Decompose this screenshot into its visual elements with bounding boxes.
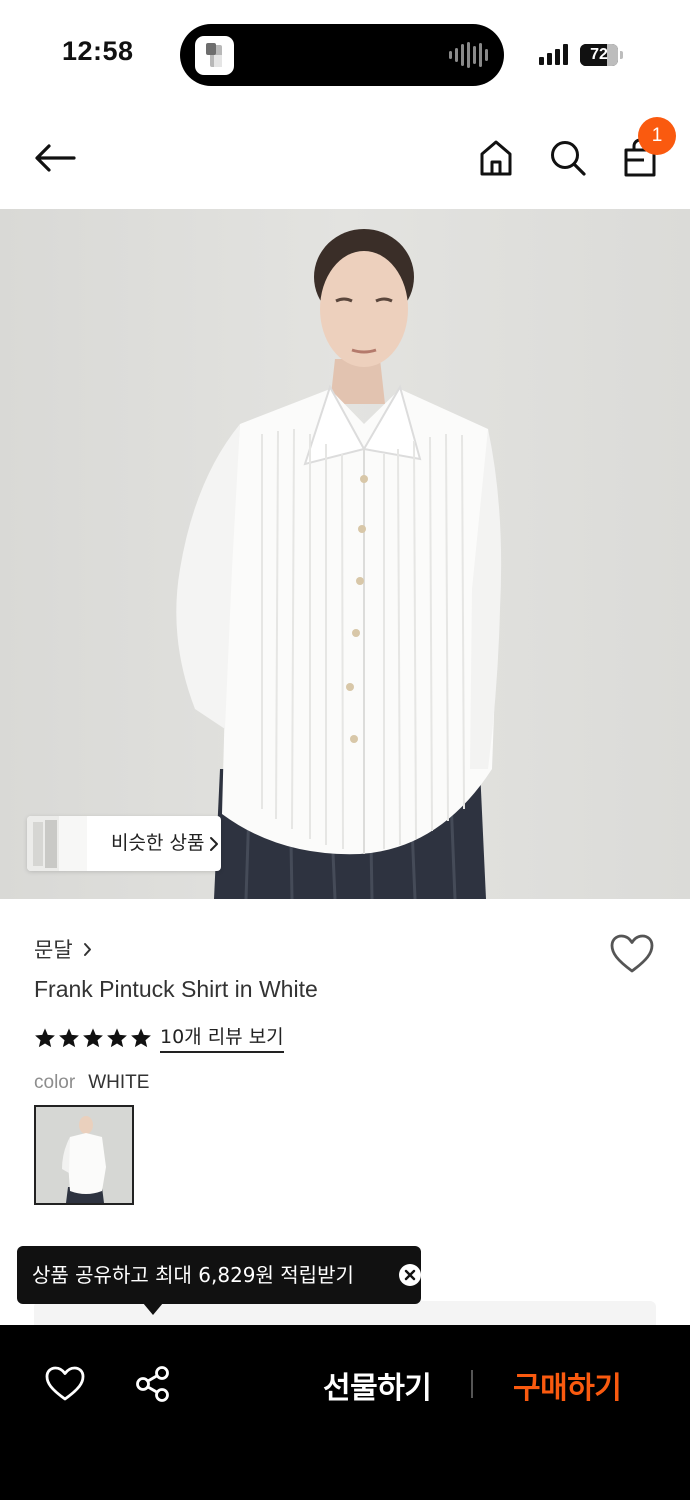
search-icon	[551, 141, 586, 176]
home-button[interactable]	[474, 135, 518, 181]
rating-row: 10개 리뷰 보기	[34, 1022, 284, 1053]
cellular-signal-icon	[539, 44, 568, 65]
close-icon	[399, 1264, 421, 1286]
buy-button[interactable]: 구매하기	[513, 1363, 622, 1407]
status-time: 12:58	[62, 36, 134, 66]
share-button[interactable]	[133, 1364, 173, 1404]
cart-count-badge: 1	[638, 117, 676, 155]
battery-level: 72	[590, 46, 608, 63]
home-icon	[480, 140, 512, 176]
share-icon	[136, 1366, 169, 1402]
now-playing-app-icon	[195, 36, 234, 75]
bottom-action-bar: 선물하기 구매하기	[0, 1325, 690, 1500]
chevron-right-icon	[83, 942, 91, 956]
brand-link[interactable]: 문달	[34, 934, 92, 964]
product-image[interactable]: 비슷한 상품	[0, 209, 690, 899]
tooltip-close-button[interactable]	[399, 1264, 421, 1286]
star-icon	[107, 1027, 127, 1047]
review-link[interactable]: 10개 리뷰 보기	[160, 1022, 284, 1053]
gift-button[interactable]: 선물하기	[323, 1363, 432, 1407]
status-bar: 12:58 72	[0, 0, 690, 110]
star-icon	[83, 1027, 103, 1047]
star-icon	[59, 1027, 79, 1047]
soundwave-icon	[449, 42, 488, 68]
dynamic-island[interactable]	[180, 24, 504, 86]
similar-products-label: 비슷한 상품	[111, 832, 205, 854]
color-swatch-image	[36, 1107, 132, 1203]
color-label: color	[34, 1072, 76, 1093]
tooltip-arrow	[143, 1303, 163, 1315]
back-button[interactable]	[30, 136, 80, 180]
similar-products-button[interactable]: 비슷한 상품	[27, 816, 221, 871]
star-icon	[131, 1027, 151, 1047]
color-swatch-white[interactable]	[34, 1105, 134, 1205]
top-nav	[0, 110, 690, 209]
star-icon	[35, 1027, 55, 1047]
model-wearing-shirt-photo	[176, 229, 502, 899]
product-title: Frank Pintuck Shirt in White	[34, 976, 318, 1002]
battery-icon: 72	[580, 44, 618, 66]
color-row: color WHITE	[34, 1072, 149, 1094]
share-reward-text: 상품 공유하고 최대 6,829원 적립받기	[32, 1263, 354, 1287]
battery-cap	[620, 51, 623, 59]
heart-icon	[610, 934, 654, 973]
chevron-right-icon	[210, 837, 218, 851]
bottom-wishlist-button[interactable]	[44, 1365, 86, 1403]
star-rating	[34, 1027, 152, 1049]
similar-products-thumbnail	[27, 816, 87, 871]
arrow-left-icon	[35, 144, 76, 172]
bottom-bar-divider	[471, 1370, 473, 1398]
brand-name: 문달	[34, 938, 73, 962]
wishlist-button[interactable]	[609, 933, 655, 975]
heart-icon	[45, 1366, 85, 1401]
search-button[interactable]	[546, 135, 590, 181]
share-reward-tooltip: 상품 공유하고 최대 6,829원 적립받기	[17, 1246, 421, 1304]
color-value: WHITE	[88, 1072, 150, 1093]
